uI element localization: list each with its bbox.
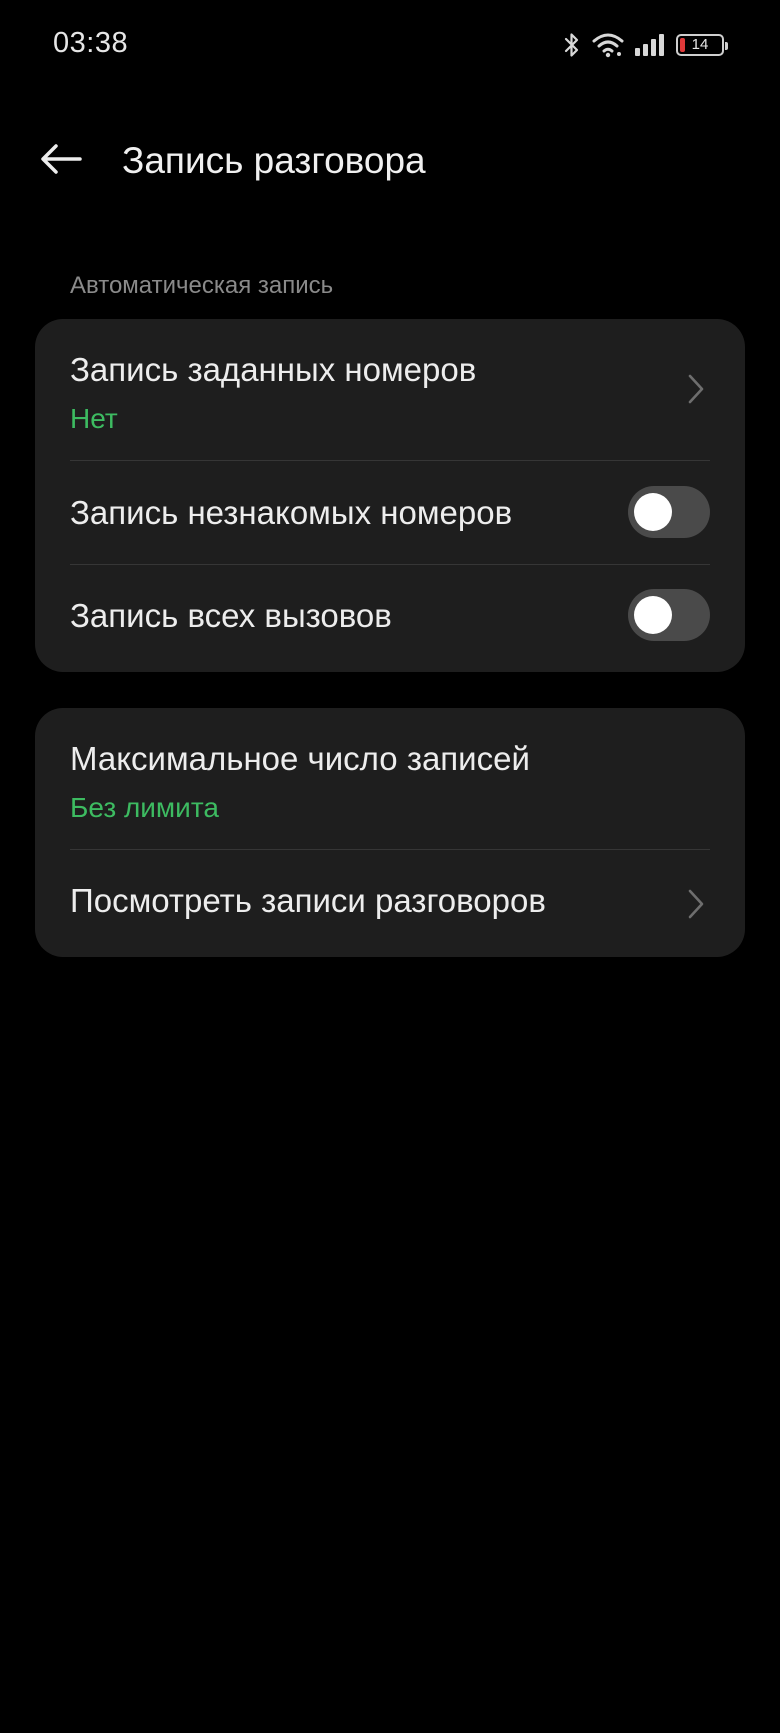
section-label: Автоматическая запись — [70, 272, 334, 299]
unknown-numbers-toggle[interactable] — [628, 486, 710, 538]
auto-recording-card: Запись заданных номеров Нет Запись незна… — [35, 319, 745, 672]
unknown-numbers-title: Запись незнакомых номеров — [70, 494, 513, 531]
unknown-numbers-row[interactable]: Запись незнакомых номеров — [35, 461, 745, 564]
max-records-value: Без лимита — [70, 792, 219, 823]
max-records-title: Максимальное число записей — [70, 740, 530, 777]
all-calls-toggle[interactable] — [628, 589, 710, 641]
chevron-right-icon — [687, 373, 705, 410]
battery-icon: 14 — [676, 34, 728, 56]
specified-numbers-title: Запись заданных номеров — [70, 351, 477, 388]
toggle-knob — [634, 596, 672, 634]
page-title: Запись разговора — [122, 140, 426, 181]
view-records-row[interactable]: Посмотреть записи разговоров — [35, 850, 745, 957]
status-bar: 03:38 14 — [0, 0, 780, 90]
records-card: Максимальное число записей Без лимита По… — [35, 708, 745, 957]
arrow-left-icon — [40, 143, 82, 180]
all-calls-row[interactable]: Запись всех вызовов — [35, 565, 745, 672]
status-icons: 14 — [562, 29, 728, 61]
signal-icon — [634, 33, 666, 57]
status-time: 03:38 — [53, 27, 129, 59]
back-button[interactable] — [34, 134, 88, 188]
battery-level: 14 — [691, 36, 709, 53]
toggle-knob — [634, 493, 672, 531]
specified-numbers-value: Нет — [70, 403, 118, 434]
chevron-right-icon — [687, 888, 705, 925]
app-header: Запись разговора — [0, 120, 780, 202]
battery-nub — [725, 42, 728, 50]
view-records-title: Посмотреть записи разговоров — [70, 882, 546, 919]
all-calls-title: Запись всех вызовов — [70, 597, 392, 634]
bluetooth-icon — [562, 31, 582, 59]
wifi-icon — [592, 32, 624, 58]
specified-numbers-row[interactable]: Запись заданных номеров Нет — [35, 319, 745, 460]
max-records-row[interactable]: Максимальное число записей Без лимита — [35, 708, 745, 849]
